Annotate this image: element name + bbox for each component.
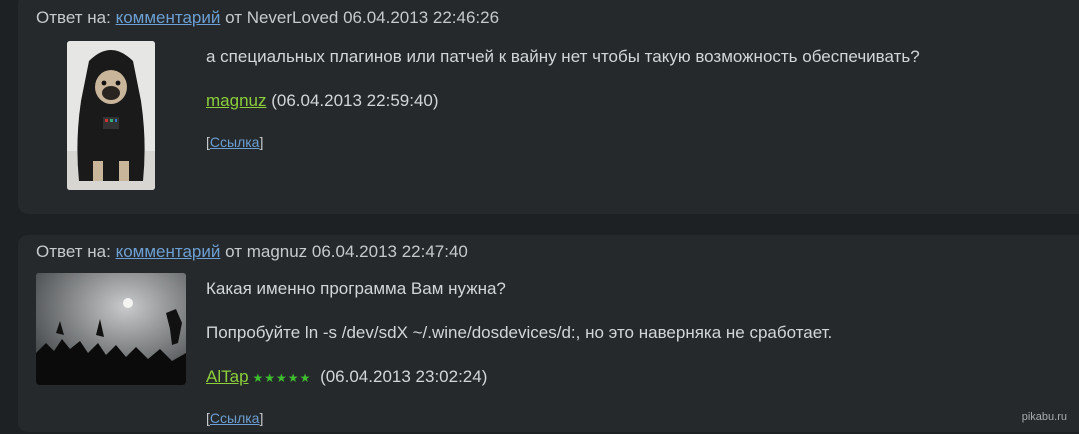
reply-header: Ответ на: комментарий от NeverLoved 06.0… [36, 8, 499, 28]
comment-text: Какая именно программа Вам нужна? [206, 279, 506, 298]
reply-prefix: Ответ на: [36, 242, 111, 261]
rating-stars: ★★★★★ [252, 371, 312, 385]
permalink: [Ссылка] [206, 134, 264, 150]
comment-time: (06.04.2013 22:59:40) [271, 91, 439, 110]
reply-comment-link[interactable]: комментарий [116, 8, 221, 27]
comment-body: а специальных плагинов или патчей к вайн… [206, 44, 920, 152]
author-link[interactable]: AlTap [206, 367, 249, 386]
comment-card: Ответ на: комментарий от magnuz 06.04.20… [18, 235, 1079, 432]
reply-author-date: от magnuz 06.04.2013 22:47:40 [225, 242, 468, 261]
permalink: [Ссылка] [206, 410, 264, 426]
reply-prefix: Ответ на: [36, 8, 111, 27]
permalink-link[interactable]: Ссылка [210, 410, 260, 426]
avatar[interactable] [67, 41, 155, 190]
comment-text: Попробуйте ln -s /dev/sdX ~/.wine/dosdev… [206, 323, 833, 342]
watermark: pikabu.ru [1021, 411, 1067, 423]
author-line: magnuz (06.04.2013 22:59:40) [206, 88, 920, 114]
comment-card: Ответ на: комментарий от NeverLoved 06.0… [18, 0, 1079, 214]
permalink-link[interactable]: Ссылка [210, 134, 260, 150]
reply-comment-link[interactable]: комментарий [116, 242, 221, 261]
author-link[interactable]: magnuz [206, 91, 266, 110]
comment-text: а специальных плагинов или патчей к вайн… [206, 47, 920, 66]
comment-time: (06.04.2013 23:02:24) [320, 367, 488, 386]
reply-header: Ответ на: комментарий от magnuz 06.04.20… [36, 242, 468, 262]
author-line: AlTap ★★★★★ (06.04.2013 23:02:24) [206, 364, 832, 390]
comment-body: Какая именно программа Вам нужна? Попроб… [206, 276, 832, 428]
avatar[interactable] [36, 273, 186, 385]
reply-author-date: от NeverLoved 06.04.2013 22:46:26 [225, 8, 500, 27]
